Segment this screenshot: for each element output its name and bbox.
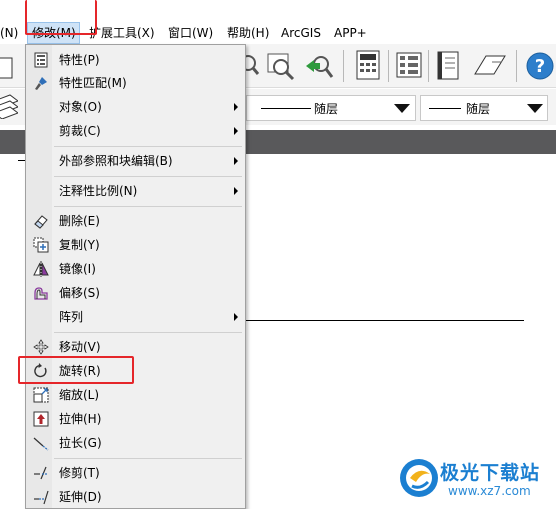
- linetype-preview: [261, 108, 311, 109]
- menu-item-object[interactable]: 对象(O): [26, 95, 245, 119]
- menu-item-trim[interactable]: 修剪(T): [26, 461, 245, 485]
- menu-item-lengthen[interactable]: 拉长(G): [26, 431, 245, 455]
- zoom-previous-icon[interactable]: [302, 52, 334, 82]
- menu-separator: [54, 458, 242, 459]
- scale-icon: [33, 387, 49, 403]
- lineweight-preview: [429, 108, 461, 109]
- mirror-icon: [33, 261, 49, 277]
- menu-item-array[interactable]: 阵列: [26, 305, 245, 329]
- menu-item-properties[interactable]: 特性(P): [26, 48, 245, 72]
- zoom-icon[interactable]: [246, 54, 260, 78]
- menu-separator: [54, 332, 242, 333]
- highlight-box-rotate: [18, 356, 134, 384]
- help-icon[interactable]: ?: [526, 52, 554, 80]
- submenu-arrow-icon: [234, 313, 238, 321]
- trim-icon: [34, 466, 48, 480]
- watermark-logo-icon: [400, 459, 438, 497]
- watermark-title: 极光下载站: [440, 462, 541, 484]
- drawing-line: [244, 320, 524, 321]
- menu-item-label: 阵列: [59, 310, 84, 324]
- menu-item-label: 移动(V): [59, 340, 101, 354]
- menu-item-label: 对象(O): [59, 100, 102, 114]
- markup-icon[interactable]: [472, 52, 508, 78]
- submenu-arrow-icon: [234, 127, 238, 135]
- toolbar-separator: [388, 50, 389, 82]
- menu-item-n[interactable]: (N): [0, 22, 18, 44]
- linetype-value: 随层: [314, 102, 339, 116]
- layer-stack-icon[interactable]: [0, 93, 18, 119]
- menu-item-erase[interactable]: 删除(E): [26, 209, 245, 233]
- eraser-icon: [34, 215, 48, 229]
- menu-item-label: 注释性比例(N): [59, 184, 138, 198]
- menu-item-label: 特性匹配(M): [59, 76, 127, 90]
- menu-item-label: 偏移(S): [59, 286, 100, 300]
- menu-separator: [54, 146, 242, 147]
- toolbar-separator: [428, 50, 429, 82]
- menu-item-label: 复制(Y): [59, 238, 100, 252]
- new-file-icon[interactable]: [0, 57, 14, 79]
- zoom-window-icon[interactable]: [266, 52, 296, 82]
- menu-item-match-properties[interactable]: 特性匹配(M): [26, 71, 245, 95]
- submenu-arrow-icon: [234, 187, 238, 195]
- chevron-down-icon[interactable]: [394, 104, 410, 113]
- sheet-set-icon[interactable]: [436, 51, 460, 81]
- calculator-icon[interactable]: [356, 50, 380, 80]
- highlight-box-modify-menu: [25, 0, 97, 35]
- lineweight-dropdown[interactable]: 随层: [420, 95, 548, 121]
- menu-item-mirror[interactable]: 镜像(I): [26, 257, 245, 281]
- menu-item-xref-block-edit[interactable]: 外部参照和块编辑(B): [26, 149, 245, 173]
- menu-item-stretch[interactable]: 拉伸(H): [26, 407, 245, 431]
- menu-item-scale[interactable]: 缩放(L): [26, 383, 245, 407]
- menu-item-label: 修剪(T): [59, 466, 100, 480]
- toolbar-separator: [343, 50, 344, 82]
- match-brush-icon: [35, 77, 47, 90]
- menu-separator: [54, 206, 242, 207]
- chevron-down-icon[interactable]: [527, 104, 543, 113]
- stretch-icon: [33, 411, 49, 427]
- svg-text:?: ?: [535, 56, 545, 77]
- toolbar-separator: [516, 50, 517, 82]
- menu-item-help[interactable]: 帮助(H): [227, 22, 269, 44]
- copy-icon: [33, 237, 49, 253]
- menu-item-label: 删除(E): [59, 214, 100, 228]
- menu-item-label: 拉长(G): [59, 436, 102, 450]
- move-icon: [33, 339, 49, 355]
- menu-item-annotation-scale[interactable]: 注释性比例(N): [26, 179, 245, 203]
- menu-item-label: 延伸(D): [59, 490, 102, 504]
- menu-item-offset[interactable]: 偏移(S): [26, 281, 245, 305]
- submenu-arrow-icon: [234, 157, 238, 165]
- submenu-arrow-icon: [234, 103, 238, 111]
- menu-item-label: 拉伸(H): [59, 412, 102, 426]
- menu-item-clip[interactable]: 剪裁(C): [26, 119, 245, 143]
- watermark: 极光下载站 www.xz7.com: [396, 452, 556, 509]
- properties-icon: [34, 52, 48, 68]
- lineweight-value: 随层: [466, 102, 491, 116]
- watermark-url: www.xz7.com: [448, 484, 531, 498]
- extend-icon: [34, 490, 49, 505]
- design-center-icon[interactable]: [396, 52, 422, 78]
- menu-separator: [54, 176, 242, 177]
- menu-item-app-plus[interactable]: APP+: [334, 22, 367, 44]
- menu-item-label: 特性(P): [59, 53, 100, 67]
- menu-item-extend[interactable]: 延伸(D): [26, 485, 245, 509]
- offset-icon: [34, 287, 48, 300]
- menu-item-arcgis[interactable]: ArcGIS: [281, 22, 321, 44]
- lengthen-icon: [33, 437, 49, 451]
- menu-item-copy[interactable]: 复制(Y): [26, 233, 245, 257]
- menu-item-label: 剪裁(C): [59, 124, 101, 138]
- linetype-dropdown[interactable]: 随层: [246, 95, 416, 121]
- menu-item-label: 缩放(L): [59, 388, 100, 402]
- menu-item-label: 镜像(I): [59, 262, 96, 276]
- menu-item-window[interactable]: 窗口(W): [168, 22, 213, 44]
- menu-item-extension-tools[interactable]: 扩展工具(X): [89, 22, 155, 44]
- modify-menu: 特性(P) 特性匹配(M) 对象(O) 剪裁(C) 外部参照和块编辑(B) 注释…: [25, 44, 246, 509]
- menu-item-label: 外部参照和块编辑(B): [59, 154, 173, 168]
